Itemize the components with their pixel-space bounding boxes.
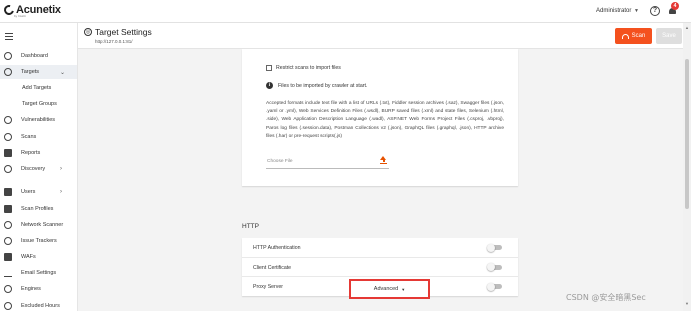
sidebar-item-target-groups[interactable]: Target Groups — [0, 97, 77, 111]
restrict-scans-label: Restrict scans to import files — [276, 65, 341, 71]
http-authentication-label: HTTP Authentication — [253, 245, 301, 251]
sidebar-item-targets[interactable]: Targets ⌄ — [0, 65, 77, 79]
import-info-row: i Files to be imported by crawler at sta… — [266, 82, 367, 89]
page-scrollbar[interactable]: ▲ ▼ — [683, 23, 691, 311]
users-icon — [4, 188, 12, 196]
save-button[interactable]: Save — [656, 28, 682, 44]
caret-down-icon[interactable]: ▼ — [634, 8, 639, 14]
choose-file-placeholder: Choose File — [267, 159, 293, 164]
restrict-scans-checkbox-row[interactable]: Restrict scans to import files — [266, 65, 341, 71]
compass-icon — [4, 165, 12, 173]
network-icon — [4, 221, 12, 229]
target-icon — [4, 68, 12, 76]
sidebar-item-label: Scan Profiles — [21, 206, 54, 212]
logo-subtext: by Invicti — [14, 14, 26, 18]
sidebar-item-label: Email Settings — [21, 270, 57, 276]
bug-icon — [4, 116, 12, 124]
report-icon — [4, 149, 12, 157]
advanced-button[interactable]: Advanced ▼ — [349, 279, 430, 299]
sidebar-item-label: Users — [21, 189, 36, 195]
watermark: CSDN @安全暗黑Sec — [566, 293, 646, 302]
scrollbar-thumb[interactable] — [685, 59, 689, 209]
page-header: ◎ Target Settings http://127.0.0.1:81/ S… — [78, 23, 691, 49]
sidebar-item-discovery[interactable]: Discovery › — [0, 162, 77, 176]
scroll-down-icon[interactable]: ▼ — [685, 301, 689, 306]
clock-icon — [4, 302, 12, 310]
sidebar-item-label: Targets — [21, 69, 40, 75]
target-settings-icon: ◎ — [84, 28, 92, 36]
page-title: Target Settings — [95, 27, 152, 37]
proxy-server-toggle[interactable] — [487, 282, 502, 291]
info-icon: i — [266, 82, 273, 89]
sidebar-item-engines[interactable]: Engines — [0, 282, 77, 296]
sidebar-item-label: WAFs — [21, 254, 36, 260]
sidebar-item-label: Issue Trackers — [21, 238, 57, 244]
scan-button[interactable]: Scan — [615, 28, 652, 44]
radar-icon — [4, 133, 12, 141]
sidebar-item-label: Excluded Hours — [21, 303, 60, 309]
sidebar-item-label: Target Groups — [22, 101, 57, 107]
sidebar-item-issue-trackers[interactable]: Issue Trackers — [0, 234, 77, 248]
chevron-right-icon: › — [60, 189, 62, 195]
choose-file-input[interactable]: Choose File — [266, 155, 389, 169]
sidebar-item-label: Network Scanner — [21, 222, 64, 228]
client-certificate-toggle[interactable] — [487, 263, 502, 271]
sidebar-item-scan-profiles[interactable]: Scan Profiles — [0, 202, 77, 216]
shield-icon — [4, 205, 12, 213]
target-url: http://127.0.0.1:81/ — [95, 39, 133, 44]
sidebar-item-vulnerabilities[interactable]: Vulnerabilities — [0, 113, 77, 127]
chevron-right-icon: › — [60, 166, 62, 172]
sidebar-item-email-settings[interactable]: Email Settings — [0, 266, 77, 280]
http-authentication-toggle[interactable] — [487, 243, 502, 252]
proxy-server-label: Proxy Server — [253, 284, 283, 290]
advanced-label: Advanced — [373, 286, 399, 292]
caret-down-icon: ▼ — [401, 286, 406, 292]
sidebar-item-label: Discovery — [21, 166, 46, 172]
sidebar-item-label: Add Targets — [22, 85, 52, 91]
client-certificate-label: Client Certificate — [253, 264, 292, 271]
hamburger-menu-icon[interactable] — [5, 33, 13, 42]
sidebar-item-label: Reports — [21, 150, 41, 156]
http-section-title: HTTP — [242, 223, 259, 230]
help-icon[interactable]: ? — [650, 6, 660, 16]
restrict-scans-checkbox[interactable] — [266, 65, 272, 71]
sidebar: Dashboard Targets ⌄ Add Targets Target G… — [0, 23, 78, 311]
accepted-formats-text: Accepted formats include text file with … — [266, 101, 504, 139]
notification-badge: 4 — [671, 2, 679, 10]
sidebar-item-scans[interactable]: Scans — [0, 130, 77, 144]
sidebar-item-excluded-hours[interactable]: Excluded Hours — [0, 299, 77, 311]
chevron-down-icon: ⌄ — [60, 69, 66, 76]
import-files-card: Restrict scans to import files i Files t… — [242, 49, 518, 186]
sidebar-item-users[interactable]: Users › — [0, 185, 77, 199]
scan-icon — [621, 33, 629, 39]
sidebar-item-label: Vulnerabilities — [21, 117, 56, 123]
scroll-up-icon[interactable]: ▲ — [685, 25, 689, 30]
sidebar-item-label: Scans — [21, 134, 37, 140]
acunetix-logo[interactable]: Acunetix — [2, 3, 61, 17]
sidebar-item-label: Dashboard — [21, 53, 48, 59]
engine-icon — [4, 285, 12, 293]
import-info-text: Files to be imported by crawler at start… — [278, 82, 368, 89]
dashboard-icon — [4, 52, 12, 60]
scan-button-label: Scan — [631, 33, 646, 39]
sidebar-item-network-scanner[interactable]: Network Scanner — [0, 218, 77, 232]
sidebar-item-add-targets[interactable]: Add Targets — [0, 81, 77, 95]
sidebar-item-wafs[interactable]: WAFs — [0, 250, 77, 264]
user-menu[interactable]: Administrator — [596, 8, 631, 14]
sidebar-item-label: Engines — [21, 286, 41, 292]
bell-icon — [4, 269, 12, 277]
waf-icon — [4, 253, 12, 261]
client-certificate-row[interactable]: Client Certificate — [242, 258, 518, 277]
top-bar: Acunetix by Invicti Administrator ▼ ? 4 — [0, 0, 691, 23]
main-content: Restrict scans to import files i Files t… — [78, 49, 691, 311]
sidebar-item-dashboard[interactable]: Dashboard — [0, 49, 77, 63]
http-authentication-row[interactable]: HTTP Authentication — [242, 238, 518, 258]
sidebar-item-reports[interactable]: Reports — [0, 146, 77, 160]
tracker-icon — [4, 237, 12, 245]
upload-icon[interactable] — [380, 156, 387, 164]
